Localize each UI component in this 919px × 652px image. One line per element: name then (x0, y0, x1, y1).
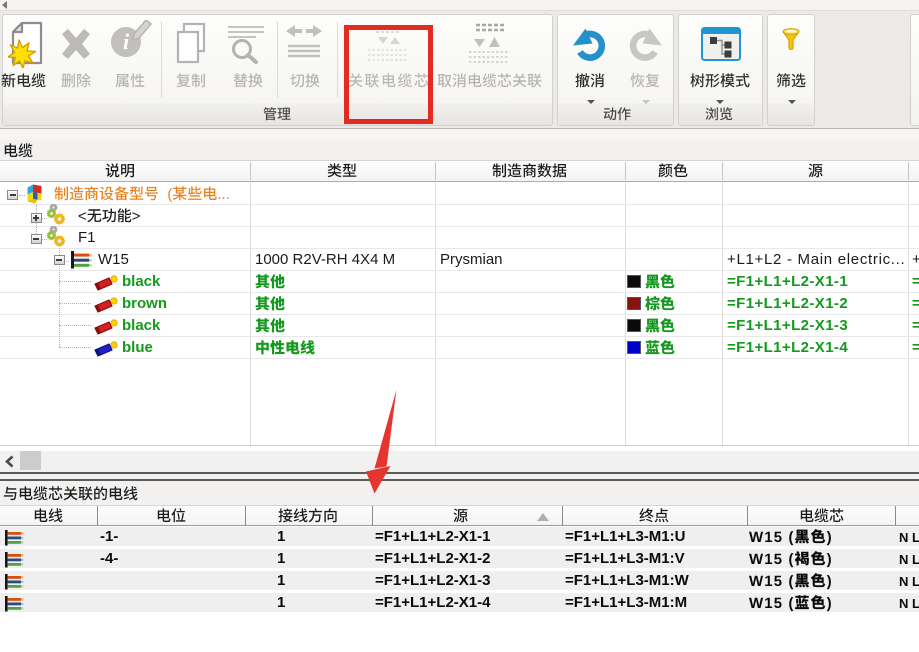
svg-text:i: i (123, 29, 130, 54)
